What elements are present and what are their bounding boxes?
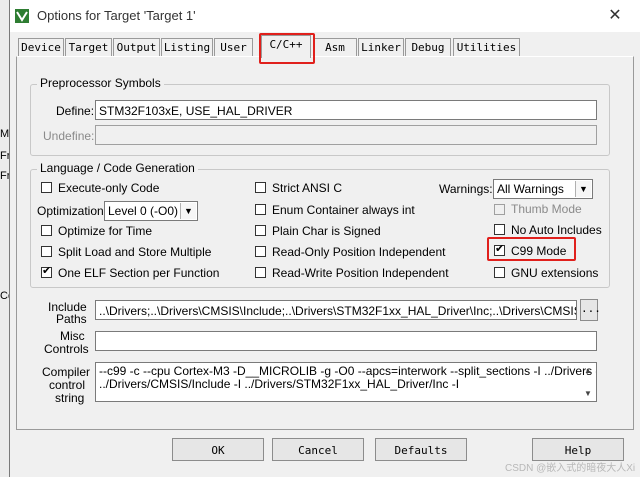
scroll-down-icon[interactable]: ▼	[581, 387, 595, 400]
watermark: CSDN @嵌入式的暗夜大人Xi	[505, 463, 636, 474]
rw-pi-checkbox[interactable]	[255, 267, 266, 278]
help-button[interactable]: Help	[532, 438, 624, 461]
enum-container-checkbox[interactable]	[255, 204, 266, 215]
define-label: Define:	[56, 104, 95, 118]
one-elf-label: One ELF Section per Function	[58, 266, 220, 280]
undefine-label: Undefine:	[43, 129, 95, 143]
no-auto-includes-checkbox[interactable]	[494, 224, 505, 235]
tab-asm[interactable]: Asm	[313, 38, 357, 57]
chevron-down-icon: ▼	[180, 203, 196, 219]
close-icon[interactable]: ✕	[602, 4, 628, 28]
tab-target[interactable]: Target	[65, 38, 112, 57]
strict-ansi-checkbox[interactable]	[255, 182, 266, 193]
warnings-value: All Warnings	[497, 182, 564, 196]
plain-char-checkbox[interactable]	[255, 225, 266, 236]
execute-only-label: Execute-only Code	[58, 181, 160, 195]
no-auto-includes-label: No Auto Includes	[511, 223, 602, 237]
chevron-down-icon: ▼	[575, 181, 591, 197]
window-title: Options for Target 'Target 1'	[37, 8, 196, 23]
preprocessor-group	[30, 84, 610, 156]
gnu-extensions-checkbox[interactable]	[494, 267, 505, 278]
c99-highlight-box	[487, 237, 576, 261]
browse-button[interactable]: ...	[580, 299, 601, 321]
tab-utilities[interactable]: Utilities	[453, 38, 520, 57]
background-app-strip	[0, 0, 9, 477]
tab-listing[interactable]: Listing	[161, 38, 213, 57]
optimization-select[interactable]: Level 0 (-O0) ▼	[104, 201, 198, 221]
misc-controls-label-1: Misc	[60, 329, 85, 343]
tab-device[interactable]: Device	[18, 38, 64, 57]
plain-char-label: Plain Char is Signed	[272, 224, 381, 238]
optimize-time-checkbox[interactable]	[41, 225, 52, 236]
tab-highlight-box	[259, 33, 315, 64]
tab-output[interactable]: Output	[113, 38, 160, 57]
thumb-mode-checkbox[interactable]	[494, 204, 505, 215]
compiler-control-textarea[interactable]: --c99 -c --cpu Cortex-M3 -D__MICROLIB -g…	[95, 362, 597, 402]
compiler-control-line: ../Drivers/CMSIS/Include -I ../Drivers/S…	[99, 377, 460, 391]
tab-debug[interactable]: Debug	[405, 38, 451, 57]
misc-controls-label-2: Controls	[44, 342, 89, 356]
scroll-up-icon[interactable]: ▲	[581, 364, 595, 377]
cancel-button[interactable]: Cancel	[272, 438, 364, 461]
gnu-extensions-label: GNU extensions	[511, 266, 599, 280]
checkmark-icon: ✔	[42, 265, 52, 277]
tab-linker[interactable]: Linker	[358, 38, 404, 57]
compiler-control-label-1: Compiler	[42, 365, 91, 379]
keil-logo-icon	[15, 9, 29, 23]
ro-pi-label: Read-Only Position Independent	[272, 245, 446, 259]
rw-pi-label: Read-Write Position Independent	[272, 266, 449, 280]
language-legend: Language / Code Generation	[37, 161, 198, 175]
optimization-value: Level 0 (-O0)	[108, 204, 179, 218]
undefine-input[interactable]	[95, 125, 597, 145]
background-text: M	[0, 128, 10, 140]
warnings-label: Warnings:	[439, 182, 493, 196]
execute-only-checkbox[interactable]	[41, 182, 52, 193]
split-load-checkbox[interactable]	[41, 246, 52, 257]
compiler-control-label-3: string	[55, 391, 85, 405]
ro-pi-checkbox[interactable]	[255, 246, 266, 257]
misc-controls-input[interactable]	[95, 331, 597, 351]
define-input[interactable]: STM32F103xE, USE_HAL_DRIVER	[95, 100, 597, 120]
ok-button[interactable]: OK	[172, 438, 264, 461]
one-elf-checkbox[interactable]: ✔	[41, 265, 52, 278]
split-load-label: Split Load and Store Multiple	[58, 245, 212, 259]
warnings-select[interactable]: All Warnings ▼	[493, 179, 593, 199]
enum-container-label: Enum Container always int	[272, 203, 415, 217]
include-paths-label-2: Paths	[56, 312, 87, 326]
optimization-label: Optimization:	[37, 204, 108, 218]
defaults-button[interactable]: Defaults	[375, 438, 467, 461]
compiler-control-label-2: control	[49, 378, 86, 392]
include-paths-input[interactable]: ..\Drivers;..\Drivers\CMSIS\Include;..\D…	[95, 300, 577, 320]
preprocessor-legend: Preprocessor Symbols	[37, 76, 164, 90]
strict-ansi-label: Strict ANSI C	[272, 181, 343, 195]
thumb-mode-label: Thumb Mode	[511, 202, 582, 216]
tab-user[interactable]: User	[214, 38, 253, 57]
optimize-time-label: Optimize for Time	[58, 224, 153, 238]
